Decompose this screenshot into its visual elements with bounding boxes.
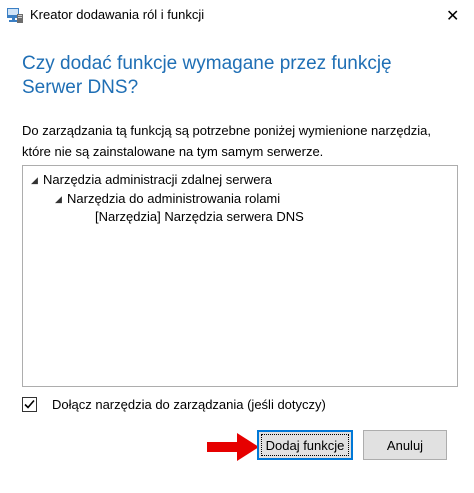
window-title: Kreator dodawania ról i funkcji — [30, 7, 205, 22]
tree-item-label: [Narzędzia] Narzędzia serwera DNS — [95, 209, 304, 224]
red-arrow-icon — [207, 433, 259, 461]
features-tree[interactable]: ◢ Narzędzia administracji zdalnej serwera… — [22, 165, 458, 387]
close-icon: ✕ — [446, 8, 460, 25]
cancel-button[interactable]: Anuluj — [363, 430, 447, 460]
tree-item[interactable]: ◢ Narzędzia administracji zdalnej serwera — [31, 172, 272, 187]
title-bar: Kreator dodawania ról i funkcji ✕ — [0, 0, 474, 32]
cancel-label: Anuluj — [386, 437, 424, 453]
tree-item[interactable]: [Narzędzia] Narzędzia serwera DNS — [95, 209, 304, 224]
dialog-heading: Czy dodać funkcje wymagane przez funkcję… — [22, 53, 392, 98]
tree-item-label: Narzędzia do administrowania rolami — [67, 191, 281, 206]
expanded-triangle-icon: ◢ — [55, 194, 62, 204]
description-text: Do zarządzania tą funkcją są potrzebne p… — [22, 123, 432, 159]
focus-rectangle — [261, 434, 349, 456]
tree-item[interactable]: ◢ Narzędzia do administrowania rolami — [55, 191, 280, 206]
expanded-triangle-icon: ◢ — [31, 175, 38, 185]
add-features-button[interactable]: Dodaj funkcje — [257, 430, 353, 460]
checkmark-icon — [24, 399, 35, 409]
tree-item-label: Narzędzia administracji zdalnej serwera — [43, 172, 273, 187]
include-tools-checkbox[interactable] — [22, 397, 37, 412]
include-tools-label: Dołącz narzędzia do zarządzania (jeśli d… — [52, 397, 326, 412]
close-button[interactable]: ✕ — [428, 0, 474, 32]
server-manager-icon — [6, 6, 24, 24]
